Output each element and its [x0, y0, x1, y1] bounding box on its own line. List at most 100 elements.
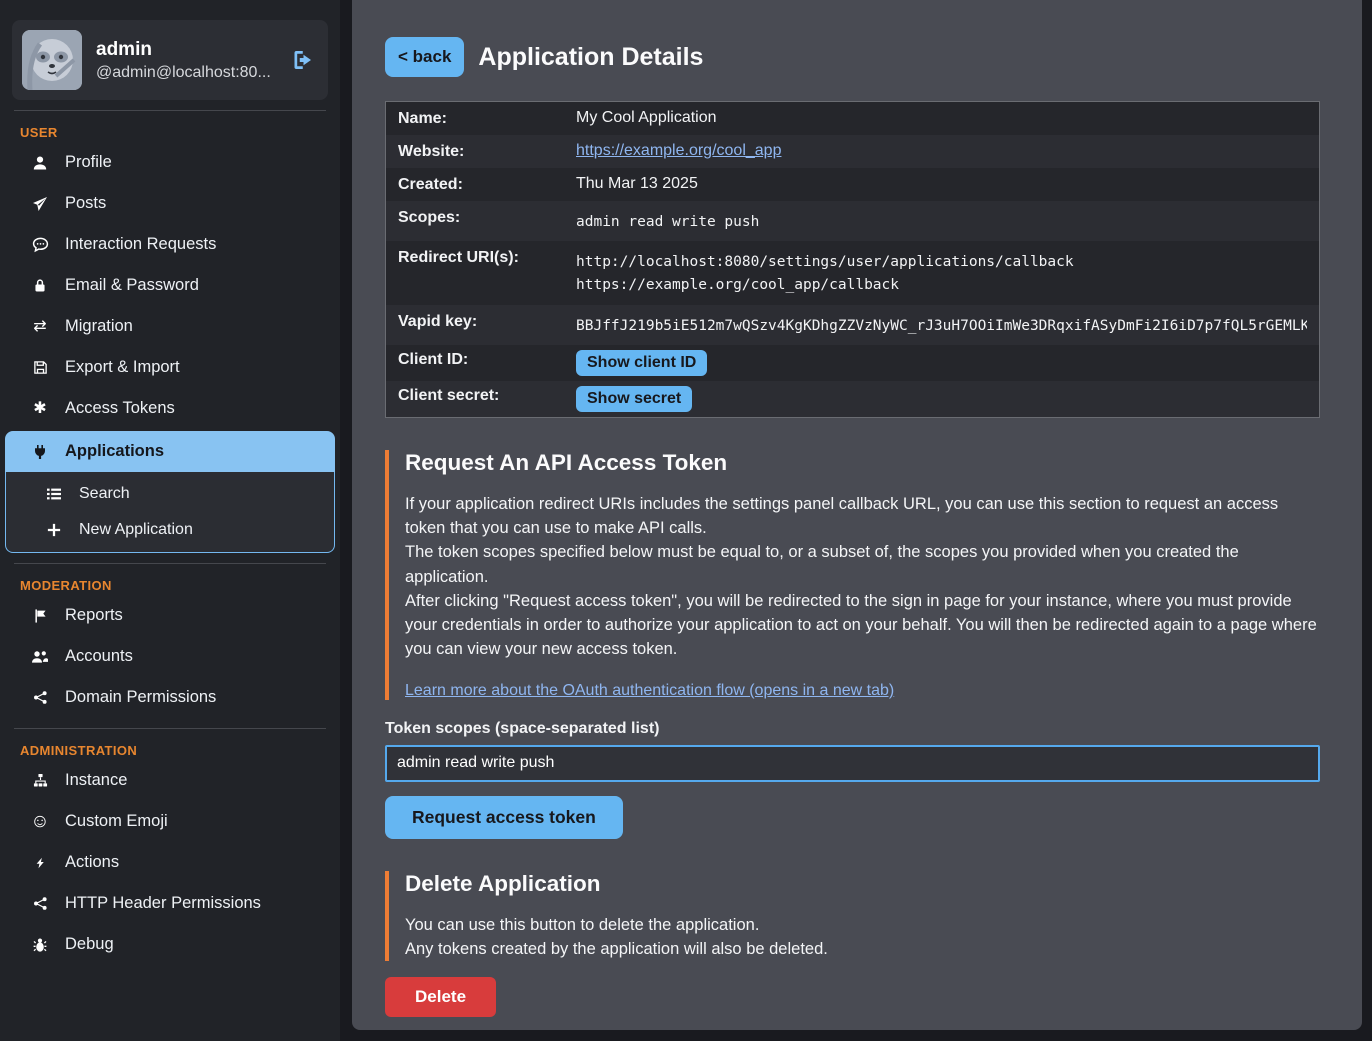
sidebar-item-profile[interactable]: Profile: [0, 142, 340, 183]
sidebar-item-email-password[interactable]: Email & Password: [0, 265, 340, 306]
table-row-website: Website: https://example.org/cool_app: [386, 135, 1319, 168]
row-label: Created:: [398, 175, 576, 194]
table-row-name: Name: My Cool Application: [386, 102, 1319, 135]
show-secret-button[interactable]: Show secret: [576, 386, 692, 412]
sidebar-item-http-header-permissions[interactable]: HTTP Header Permissions: [0, 883, 340, 924]
row-value: Thu Mar 13 2025: [576, 175, 1307, 193]
page-title: Application Details: [478, 43, 703, 72]
sidebar-item-label: Accounts: [65, 647, 133, 666]
sidebar-item-label: Domain Permissions: [65, 688, 216, 707]
row-label: Redirect URI(s):: [398, 248, 576, 267]
sidebar-item-label: Debug: [65, 935, 114, 954]
back-button[interactable]: < back: [385, 37, 464, 77]
sidebar-divider: [14, 110, 326, 111]
sidebar-item-domain-permissions[interactable]: Domain Permissions: [0, 677, 340, 718]
token-scopes-input[interactable]: [385, 745, 1320, 782]
sitemap-icon: [30, 773, 50, 788]
user-handle: @admin@localhost:80...: [96, 64, 276, 82]
paper-plane-icon: [30, 196, 50, 212]
row-label: Name:: [398, 109, 576, 128]
logout-icon[interactable]: [290, 48, 314, 72]
sidebar-item-migration[interactable]: ⇄ Migration: [0, 306, 340, 347]
row-label: Website:: [398, 142, 576, 161]
sidebar-item-label: Actions: [65, 853, 119, 872]
sidebar-item-access-tokens[interactable]: ✱ Access Tokens: [0, 388, 340, 429]
plus-icon: [44, 523, 64, 537]
avatar: [22, 30, 82, 90]
section-label-user: USER: [20, 125, 340, 140]
flag-icon: [30, 608, 50, 624]
sidebar-item-label: Interaction Requests: [65, 235, 216, 254]
delete-info-line-1: You can use this button to delete the ap…: [405, 913, 1320, 937]
token-info-line-3: After clicking "Request access token", y…: [405, 589, 1320, 662]
sidebar-item-posts[interactable]: Posts: [0, 183, 340, 224]
show-client-id-button[interactable]: Show client ID: [576, 350, 707, 376]
sidebar-item-reports[interactable]: Reports: [0, 595, 340, 636]
page-header: < back Application Details: [385, 37, 1320, 77]
oauth-docs-link[interactable]: Learn more about the OAuth authenticatio…: [405, 682, 894, 699]
row-value: My Cool Application: [576, 109, 1307, 127]
redirect-uri-2: https://example.org/cool_app/callback: [576, 274, 1307, 297]
table-row-client-id: Client ID: Show client ID: [386, 345, 1319, 381]
main-panel: < back Application Details Name: My Cool…: [352, 0, 1362, 1030]
sidebar-item-debug[interactable]: Debug: [0, 924, 340, 965]
sloth-avatar-image: [22, 30, 82, 90]
sidebar-item-label: Applications: [65, 442, 164, 461]
sidebar-item-interaction-requests[interactable]: Interaction Requests: [0, 224, 340, 265]
redirect-uri-1: http://localhost:8080/settings/user/appl…: [576, 251, 1307, 274]
sidebar-item-label: Instance: [65, 771, 127, 790]
table-row-created: Created: Thu Mar 13 2025: [386, 168, 1319, 201]
token-info-line-2: The token scopes specified below must be…: [405, 540, 1320, 589]
sidebar-item-instance[interactable]: Instance: [0, 760, 340, 801]
sidebar-item-label: HTTP Header Permissions: [65, 894, 261, 913]
row-value: admin read write push: [576, 208, 1307, 234]
share-nodes-icon: [30, 896, 50, 911]
sidebar-item-applications-search[interactable]: Search: [6, 476, 334, 512]
delete-info-line-2: Any tokens created by the application wi…: [405, 937, 1320, 961]
sidebar-item-label: New Application: [79, 521, 193, 539]
delete-application-section: Delete Application You can use this butt…: [385, 871, 1320, 1018]
sidebar-item-label: Migration: [65, 317, 133, 336]
user-meta: admin @admin@localhost:80...: [96, 39, 276, 82]
sidebar-divider: [14, 728, 326, 729]
user-name: admin: [96, 39, 276, 61]
row-label: Vapid key:: [398, 312, 576, 331]
sidebar-item-label: Search: [79, 485, 130, 503]
sidebar-item-label: Custom Emoji: [65, 812, 168, 831]
lock-icon: [30, 278, 50, 293]
website-link[interactable]: https://example.org/cool_app: [576, 142, 781, 159]
table-row-client-secret: Client secret: Show secret: [386, 381, 1319, 417]
row-label: Client secret:: [398, 386, 576, 405]
token-scopes-label: Token scopes (space-separated list): [385, 720, 1320, 738]
burst-icon: ✱: [30, 401, 50, 417]
applications-nav-block: Applications Search New Application: [5, 431, 335, 553]
request-token-description: Request An API Access Token If your appl…: [385, 450, 1320, 700]
sidebar-item-actions[interactable]: Actions: [0, 842, 340, 883]
table-row-redirect-uris: Redirect URI(s): http://localhost:8080/s…: [386, 241, 1319, 304]
user-icon: [30, 155, 50, 171]
users-icon: [30, 649, 50, 665]
section-label-moderation: MODERATION: [20, 578, 340, 593]
row-label: Scopes:: [398, 208, 576, 227]
delete-description: Delete Application You can use this butt…: [385, 871, 1320, 962]
comment-icon: [30, 236, 50, 253]
request-token-section: Request An API Access Token If your appl…: [385, 450, 1320, 839]
list-icon: [44, 486, 64, 502]
sidebar-item-custom-emoji[interactable]: ☺ Custom Emoji: [0, 801, 340, 842]
sidebar-item-applications-new[interactable]: New Application: [6, 512, 334, 548]
delete-button[interactable]: Delete: [385, 977, 496, 1017]
bug-icon: [30, 937, 50, 953]
sidebar-divider: [14, 563, 326, 564]
sidebar-item-applications[interactable]: Applications: [5, 431, 335, 472]
user-card[interactable]: admin @admin@localhost:80...: [12, 20, 328, 100]
request-access-token-button[interactable]: Request access token: [385, 796, 623, 839]
sidebar-item-export-import[interactable]: Export & Import: [0, 347, 340, 388]
sidebar-item-label: Export & Import: [65, 358, 180, 377]
application-details-table: Name: My Cool Application Website: https…: [385, 101, 1320, 418]
section-title: Request An API Access Token: [405, 450, 1320, 476]
sidebar-item-label: Posts: [65, 194, 106, 213]
sidebar-item-label: Profile: [65, 153, 112, 172]
applications-submenu: Search New Application: [5, 472, 335, 553]
sidebar-item-label: Email & Password: [65, 276, 199, 295]
sidebar-item-accounts[interactable]: Accounts: [0, 636, 340, 677]
